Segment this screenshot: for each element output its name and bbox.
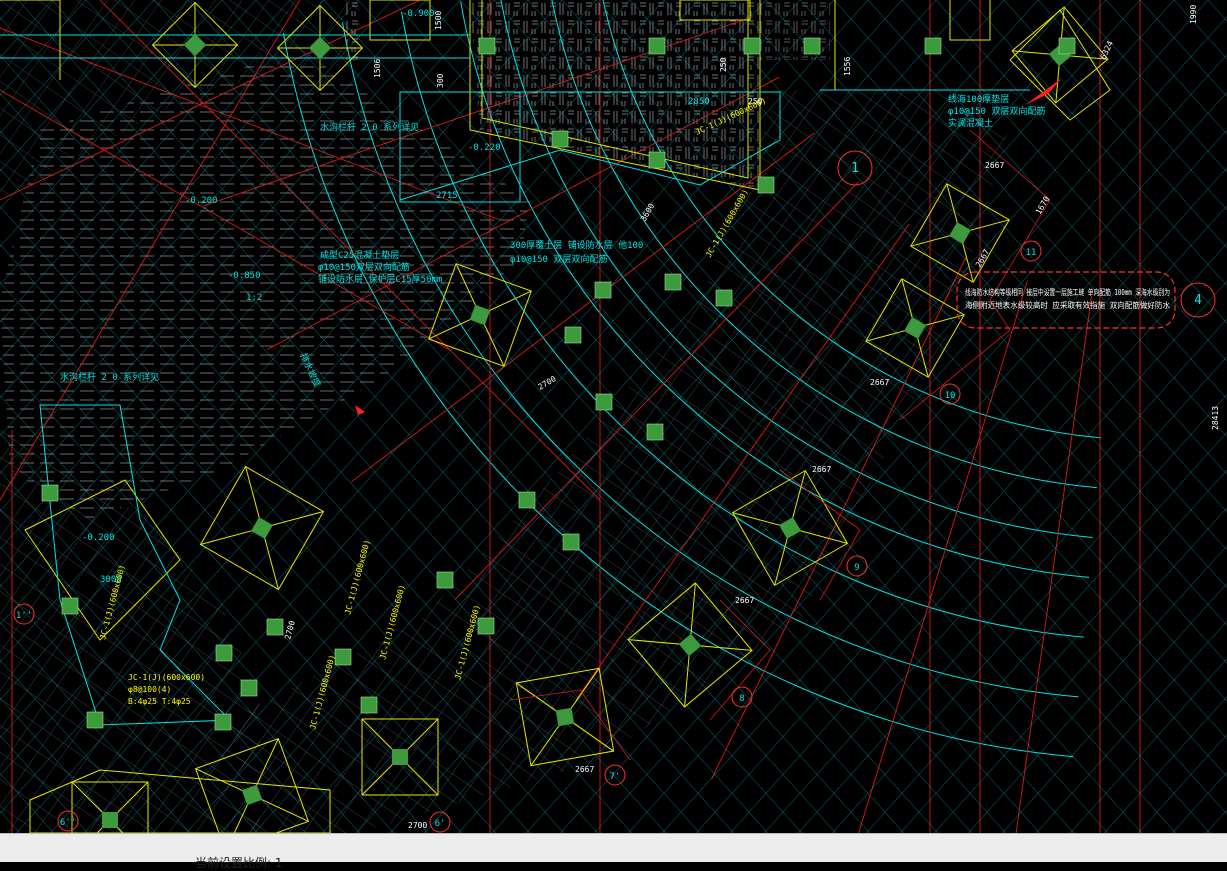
note-text: 线海100厚垫层: [948, 93, 1009, 105]
elev-text: -0.900: [402, 9, 435, 19]
column-marker: [648, 151, 666, 169]
dim-text: 2667: [575, 765, 594, 774]
column-marker: [595, 393, 613, 411]
grid-line: [1036, 620, 1227, 833]
axis-bubble-label: 10: [945, 391, 956, 401]
drawing-svg[interactable]: 11110987'6'6''1''4 -0.900 -0.220 -0.200 …: [0, 0, 1227, 833]
column-marker: [215, 644, 233, 662]
pointer-arrow-small: [355, 405, 365, 415]
axis-bubble-label: 4: [1194, 293, 1202, 308]
column-marker: [61, 597, 79, 615]
column-marker: [715, 289, 733, 307]
column-marker: [594, 281, 612, 299]
column-marker: [86, 711, 104, 729]
dim-text: 1500: [434, 11, 443, 30]
dim-text: 1556: [843, 57, 852, 76]
column-marker: [743, 37, 761, 55]
pile-cap-label: JC-1(J)(600x600): [128, 673, 205, 682]
axis-bubble-label: 11: [1026, 248, 1037, 258]
column-marker: [334, 648, 352, 666]
dim-text: 250: [748, 97, 763, 106]
elev-text: -0.850: [228, 271, 261, 281]
dim-text: 1670: [1034, 195, 1052, 216]
column-marker: [478, 37, 496, 55]
dim-text: 6324: [1099, 39, 1115, 60]
column-marker: [41, 484, 59, 502]
pile-cap: [199, 465, 325, 591]
grid-line: [1037, 0, 1227, 211]
dim-text: 2850: [688, 97, 710, 107]
note-text: 实澜混凝土: [948, 117, 993, 129]
column-marker: [214, 713, 232, 731]
cad-drawing-canvas[interactable]: 1 11 10 9 8 7' 6' 6'' 1'' 4 -0.900 -0.220 -0.200 …: [0, 0, 1227, 833]
dim-text: 2700: [537, 374, 558, 392]
note-text: 铺设防水层 保护层C15厚50mm: [318, 273, 442, 285]
column-marker: [664, 273, 682, 291]
axis-bubble-label: 1: [851, 161, 859, 176]
dim-text: 2667: [985, 161, 1004, 170]
note-text: 水沟栏杆 2 0 系列详见: [320, 121, 419, 133]
column-marker: [564, 326, 582, 344]
note-text: 水沟栏杆 2 0 系列详见: [60, 371, 159, 383]
axis-bubble-label: 1'': [16, 611, 32, 621]
axis-bubble-label: 8: [739, 694, 744, 704]
note-text: φ10@150双层双向配筋: [318, 261, 410, 273]
elev-text: -0.200: [82, 533, 115, 543]
dim-text: 2667: [812, 465, 831, 474]
column-marker: [562, 533, 580, 551]
command-line-bar[interactable]: 当前设置比例: 1: [0, 833, 1227, 870]
dim-text: 2667: [735, 596, 754, 605]
axis-bubble-label: 6'': [60, 818, 76, 828]
grid-line: [1002, 582, 1227, 833]
column-marker: [551, 130, 569, 148]
dim-text: 2700: [408, 821, 427, 830]
column-marker: [924, 37, 942, 55]
column-marker: [757, 176, 775, 194]
axis-bubble-label: 7': [610, 772, 621, 782]
dim-text: 2700: [283, 619, 297, 640]
column-marker: [648, 37, 666, 55]
elev-text: -0.200: [185, 196, 218, 206]
slope-ratio: 1:2: [246, 293, 262, 303]
note-text: φ10@150 双层双向配筋: [948, 105, 1045, 117]
column-marker: [436, 571, 454, 589]
callout-text: 线海防水结构等级相同 接层中设置一层施工缝 单向配筋 100mm 深海水级别为 …: [965, 287, 1170, 310]
axis-bubble-label: 9: [854, 563, 859, 573]
dim-text: 300: [436, 73, 445, 88]
reinf-label: φ8@100(4): [128, 685, 171, 694]
dim-text: 3600: [639, 202, 657, 223]
callout-line: 海侧附近地表水级较高时 应采取有效指施 双向配筋做好防水: [965, 300, 1170, 310]
dim-text: 250: [719, 57, 728, 72]
column-marker: [646, 423, 664, 441]
dim-text: 2715: [436, 191, 458, 201]
axis-bubble-label: 6': [435, 819, 446, 829]
command-line-text: 当前设置比例: 1: [195, 856, 283, 870]
dim-text: 28413: [1211, 406, 1220, 430]
elev-text: -0.220: [468, 143, 501, 153]
column-marker: [266, 618, 284, 636]
dim-text: 1506: [373, 59, 382, 78]
radial-axis-line: [1015, 295, 1092, 833]
column-marker: [518, 491, 536, 509]
note-text: φ10@150 双层双向配筋: [510, 253, 607, 265]
note-text: 成型C25混凝土垫层: [320, 249, 399, 261]
dim-text: 1990: [1189, 5, 1198, 24]
callout-line: 线海防水结构等级相同 接层中设置一层施工缝 单向配筋 100mm 深海水级别为: [965, 287, 1170, 297]
column-marker: [360, 696, 378, 714]
column-marker: [803, 37, 821, 55]
column-marker: [1058, 37, 1076, 55]
dim-text: 2667: [974, 248, 992, 269]
reinf-label: B:4φ25 T:4φ25: [128, 697, 191, 706]
column-marker: [240, 679, 258, 697]
dim-text: 2667: [870, 378, 889, 387]
column-marker: [477, 617, 495, 635]
note-text: 300厚覆土层 铺设防水层 他100: [510, 239, 643, 251]
